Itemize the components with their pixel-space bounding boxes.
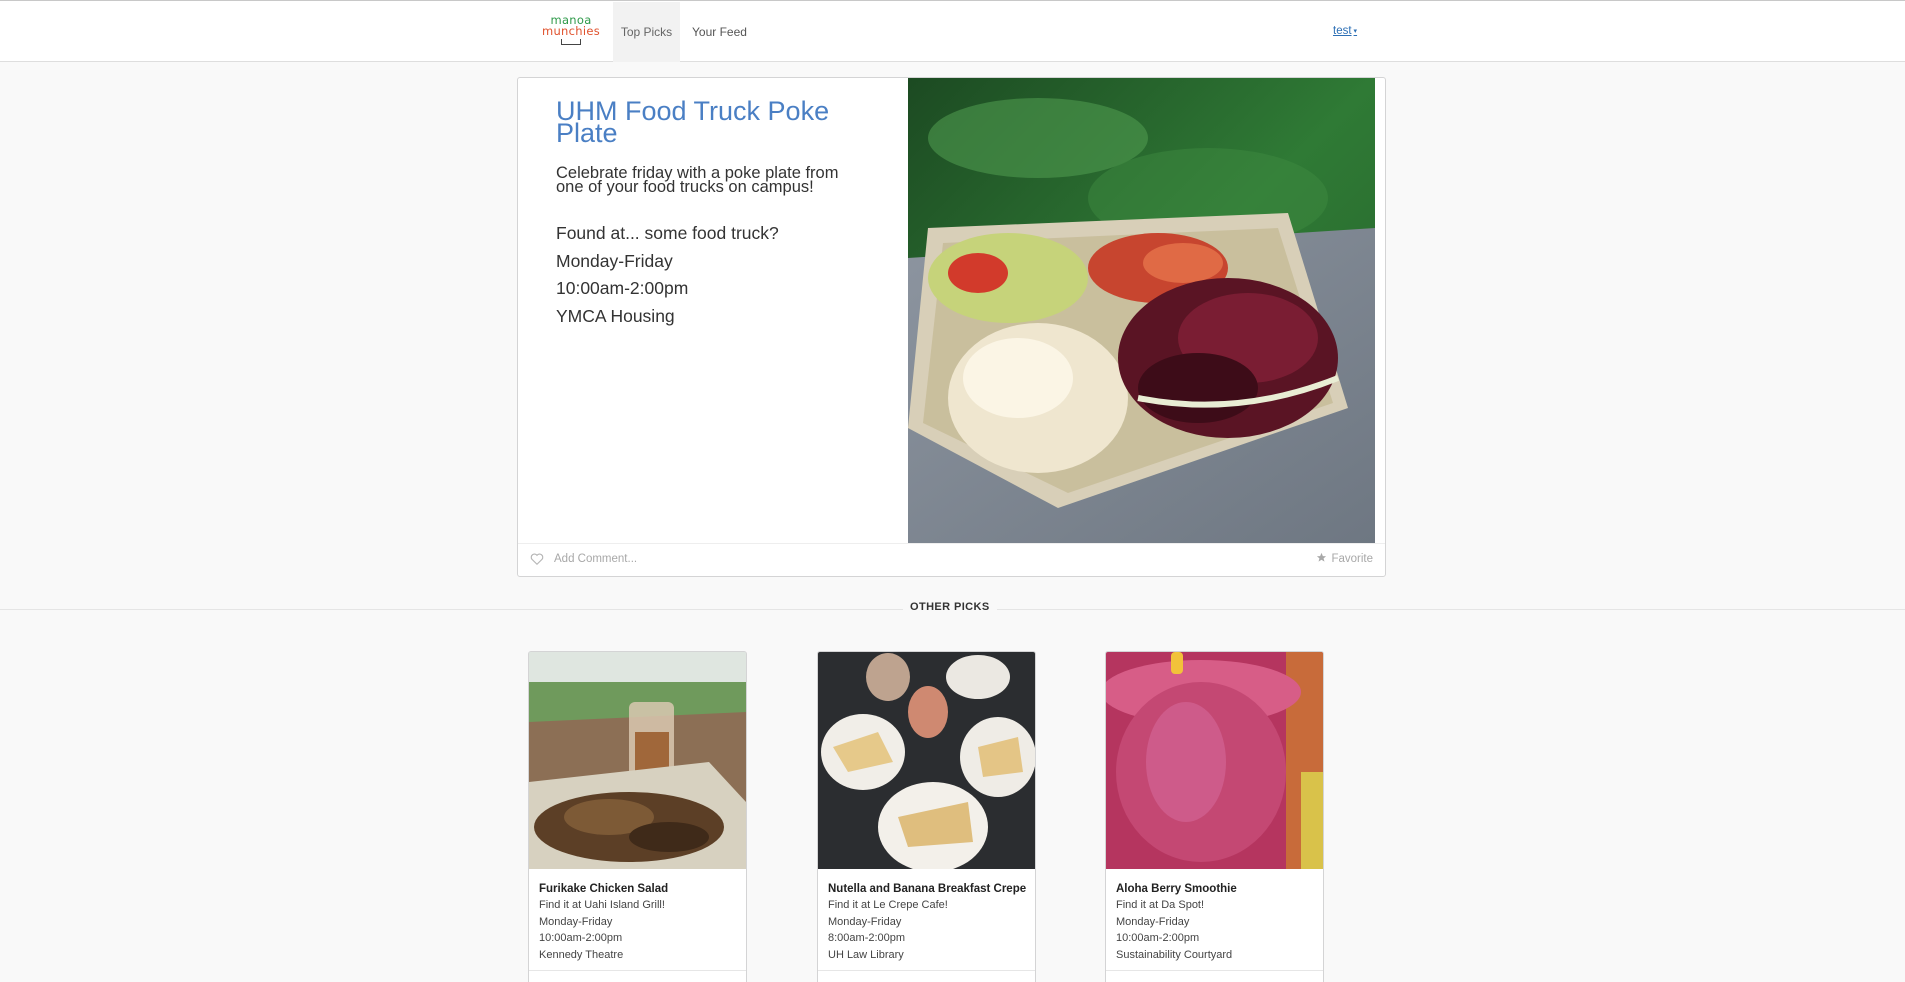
pick-card[interactable]: Nutella and Banana Breakfast Crepe Find …	[817, 651, 1036, 982]
pick-card[interactable]: Aloha Berry Smoothie Find it at Da Spot!…	[1105, 651, 1324, 982]
add-comment-input[interactable]: Add Comment...	[554, 553, 637, 565]
pick-days: Monday-Friday	[828, 915, 902, 928]
pick-card[interactable]: Furikake Chicken Salad Find it at Uahi I…	[528, 651, 747, 982]
pick-title: Nutella and Banana Breakfast Crepe	[828, 883, 1027, 895]
user-name: test	[1333, 25, 1352, 37]
nutella-crepe-photo	[818, 652, 1035, 869]
pick-card-body: Furikake Chicken Salad Find it at Uahi I…	[539, 881, 739, 963]
pick-place: Sustainability Courtyard	[1116, 948, 1233, 961]
pick-card-footer	[1106, 970, 1323, 971]
pick-days: Monday-Friday	[1116, 915, 1190, 928]
furikake-chicken-photo	[529, 652, 746, 869]
pick-days: Monday-Friday	[539, 915, 613, 928]
pick-hours: 10:00am-2:00pm	[1116, 932, 1200, 944]
nav-top-picks[interactable]: Top Picks	[613, 2, 680, 62]
pick-location: Find it at Uahi Island Grill!	[539, 899, 665, 911]
pick-card-body: Aloha Berry Smoothie Find it at Da Spot!…	[1116, 881, 1316, 963]
aloha-berry-smoothie-photo	[1106, 652, 1323, 869]
pick-place: Kennedy Theatre	[539, 948, 624, 961]
logo-tray-icon	[561, 39, 581, 45]
featured-days: Monday-Friday	[556, 250, 673, 271]
featured-meta: Found at... some food truck? Monday-Frid…	[556, 220, 856, 330]
favorite-button[interactable]: Favorite	[1316, 552, 1373, 565]
featured-hours: 10:00am-2:00pm	[556, 278, 689, 298]
favorite-label: Favorite	[1331, 553, 1373, 565]
pick-location: Find it at Le Crepe Cafe!	[828, 899, 948, 911]
pick-place: UH Law Library	[828, 948, 904, 961]
featured-description: Celebrate friday with a poke plate from …	[556, 164, 839, 196]
featured-footer: Add Comment... Favorite	[518, 543, 1385, 576]
user-dropdown[interactable]: test ▾	[1333, 25, 1357, 37]
pick-title: Aloha Berry Smoothie	[1116, 883, 1237, 895]
pick-card-footer	[818, 970, 1035, 971]
featured-location: Found at... some food truck?	[556, 223, 779, 243]
pick-hours: 10:00am-2:00pm	[539, 932, 623, 944]
featured-place: YMCA Housing	[556, 305, 675, 326]
featured-content: UHM Food Truck Poke Plate Celebrate frid…	[556, 96, 856, 330]
manoa-munchies-logo[interactable]: manoa munchies	[540, 14, 602, 49]
pick-location: Find it at Da Spot!	[1116, 899, 1205, 911]
other-picks-heading: OTHER PICKS	[903, 601, 997, 613]
pick-card-body: Nutella and Banana Breakfast Crepe Find …	[828, 881, 1028, 963]
pick-hours: 8:00am-2:00pm	[828, 932, 906, 944]
featured-pick-card: UHM Food Truck Poke Plate Celebrate frid…	[517, 77, 1386, 577]
top-navbar: manoa munchies Top Picks Your Feed test ▾	[0, 0, 1905, 62]
logo-line-2: munchies	[541, 24, 601, 38]
featured-title: UHM Food Truck Poke Plate	[556, 96, 830, 148]
pick-title: Furikake Chicken Salad	[539, 883, 669, 895]
heart-icon[interactable]	[530, 552, 544, 566]
star-icon	[1317, 552, 1327, 562]
poke-plate-photo	[908, 78, 1375, 544]
caret-down-icon: ▾	[1353, 27, 1358, 35]
pick-card-footer	[529, 970, 746, 971]
nav-your-feed[interactable]: Your Feed	[680, 2, 759, 62]
